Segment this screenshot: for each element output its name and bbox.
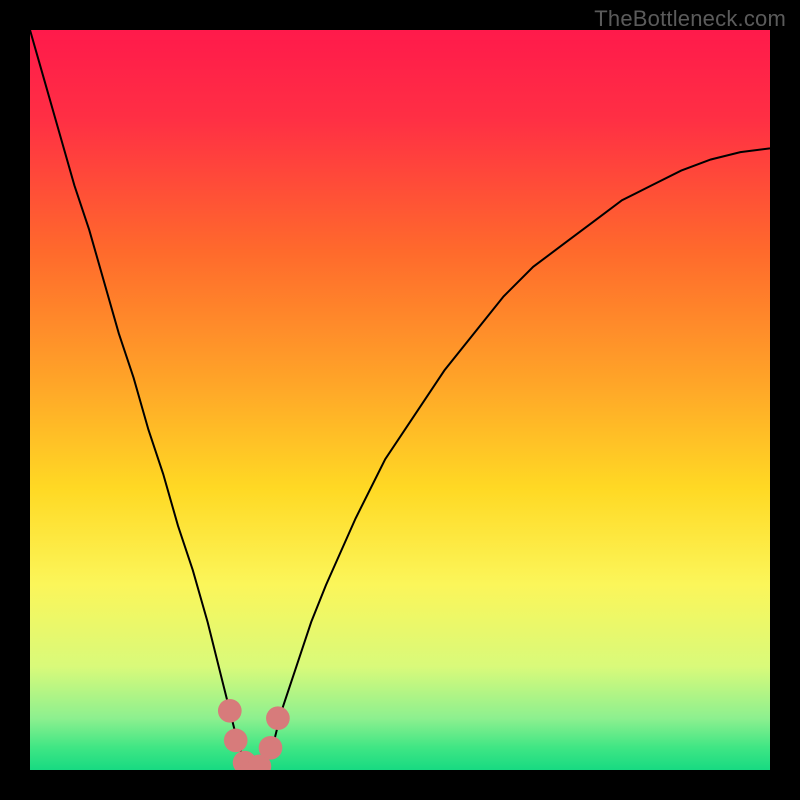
- plot-area: [30, 30, 770, 770]
- marker-dot: [218, 699, 242, 723]
- plot-svg: [30, 30, 770, 770]
- marker-dot: [259, 736, 283, 760]
- marker-dot: [224, 729, 248, 753]
- gradient-background: [30, 30, 770, 770]
- watermark-text: TheBottleneck.com: [594, 6, 786, 32]
- marker-dot: [266, 706, 290, 730]
- figure-frame: TheBottleneck.com: [0, 0, 800, 800]
